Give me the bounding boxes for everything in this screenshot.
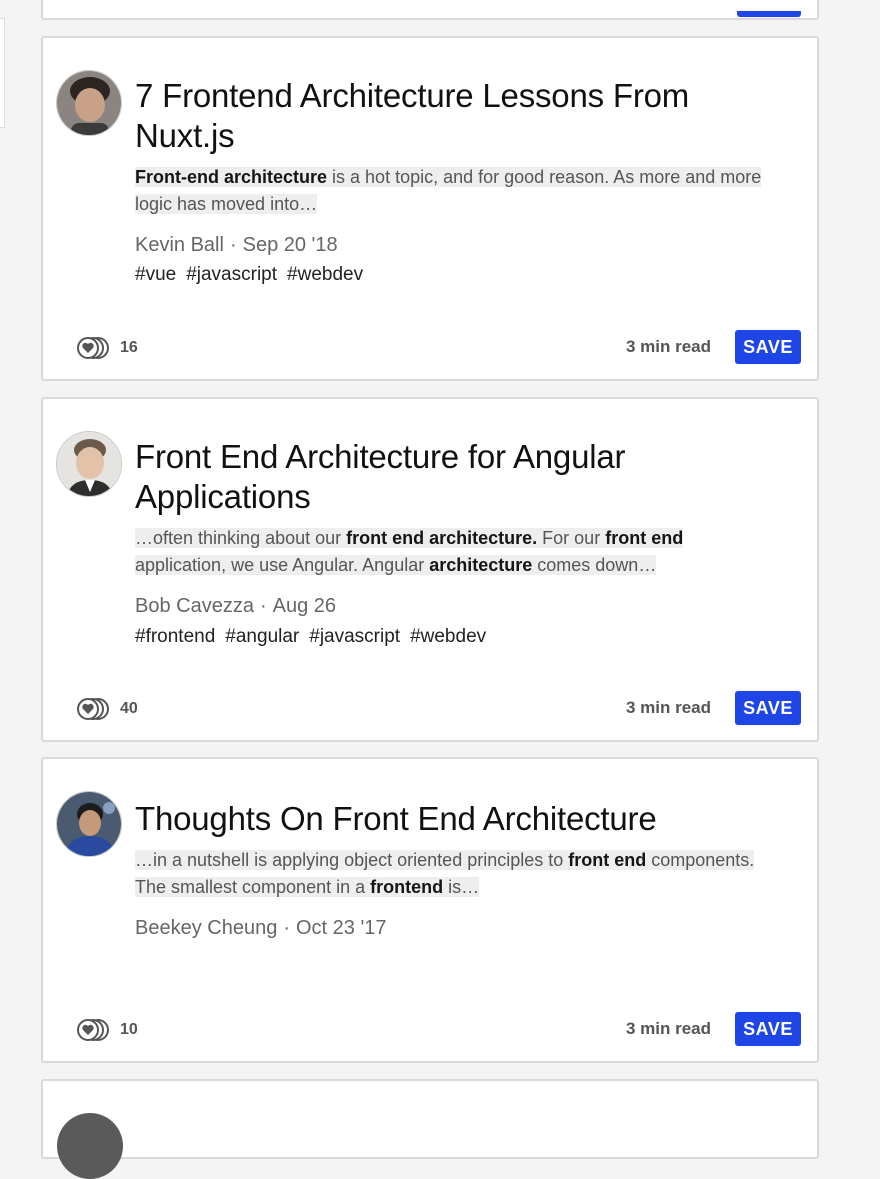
article-title[interactable]: Thoughts On Front End Architecture [135,799,797,839]
snippet-text: comes down… [532,555,657,575]
snippet-text: is… [443,877,480,897]
snippet-text: …often thinking about our [135,528,347,548]
reaction-count: 10 [120,1021,138,1038]
save-button-partial[interactable] [737,11,801,17]
tag-link[interactable]: #vue [135,264,176,285]
article-card-partial-top[interactable] [41,0,819,20]
read-time: 3 min read [625,1019,711,1038]
article-meta: Bob Cavezza · Aug 26 [135,595,336,618]
article-card-partial-bottom[interactable] [41,1079,819,1179]
author-avatar[interactable] [56,431,122,497]
author-avatar[interactable] [56,791,122,857]
article-meta: Beekey Cheung · Oct 23 '17 [135,917,387,940]
save-button[interactable]: SAVE [735,1012,801,1046]
author-avatar[interactable] [56,70,122,136]
tag-list: #vue #javascript #webdev [135,264,373,286]
read-time: 3 min read [625,698,711,717]
read-time: 3 min read [625,337,711,356]
tag-link[interactable]: #webdev [287,264,363,285]
reactions[interactable]: 10 [76,1018,138,1042]
tag-list: #frontend #angular #javascript #webdev [135,626,496,648]
article-card[interactable]: Thoughts On Front End Architecture …in a… [41,757,819,1063]
publish-date: Aug 26 [272,595,337,617]
avatar-image [57,792,121,856]
save-button[interactable]: SAVE [735,691,801,725]
article-title[interactable]: 7 Frontend Architecture Lessons From Nux… [135,76,797,156]
avatar-image [57,71,121,135]
reaction-count: 16 [120,339,138,356]
hearts-icon [77,1019,109,1041]
hearts-icon [77,337,109,359]
article-snippet: …in a nutshell is applying object orient… [135,847,767,901]
tag-link[interactable]: #javascript [186,264,277,285]
reactions[interactable]: 40 [76,697,138,721]
publish-date: Sep 20 '18 [242,234,338,256]
publish-date: Oct 23 '17 [296,917,387,939]
author-avatar-partial[interactable] [57,1113,123,1179]
article-snippet: …often thinking about our front end arch… [135,525,767,579]
article-snippet: Front-end architecture is a hot topic, a… [135,164,767,218]
snippet-highlight: frontend [370,877,444,897]
tag-link[interactable]: #javascript [309,626,400,647]
reactions[interactable]: 16 [76,336,138,360]
snippet-text: application, we use Angular. Angular [135,555,430,575]
article-card[interactable]: Front End Architecture for Angular Appli… [41,397,819,742]
avatar-image [57,432,121,496]
snippet-highlight: front end architecture. [346,528,538,548]
author-name[interactable]: Bob Cavezza [135,595,254,617]
meta-separator: · [229,234,237,256]
meta-separator: · [283,917,290,939]
author-name[interactable]: Beekey Cheung [135,917,277,939]
snippet-highlight: architecture [429,555,533,575]
snippet-highlight: front end [568,850,647,870]
tag-link[interactable]: #webdev [410,626,486,647]
snippet-highlight: front end [605,528,684,548]
author-name[interactable]: Kevin Ball [135,234,224,256]
article-card[interactable]: 7 Frontend Architecture Lessons From Nux… [41,36,819,381]
snippet-text: For our [537,528,606,548]
meta-separator: · [259,595,267,617]
snippet-text: …in a nutshell is applying object orient… [135,850,569,870]
article-meta: Kevin Ball · Sep 20 '18 [135,234,338,257]
snippet-highlight: Front-end architecture [135,167,328,187]
save-button[interactable]: SAVE [735,330,801,364]
reaction-count: 40 [120,700,138,717]
article-title[interactable]: Front End Architecture for Angular Appli… [135,437,797,517]
left-edge-panel [0,18,5,128]
hearts-icon [77,698,109,720]
tag-link[interactable]: #angular [225,626,299,647]
tag-link[interactable]: #frontend [135,626,215,647]
